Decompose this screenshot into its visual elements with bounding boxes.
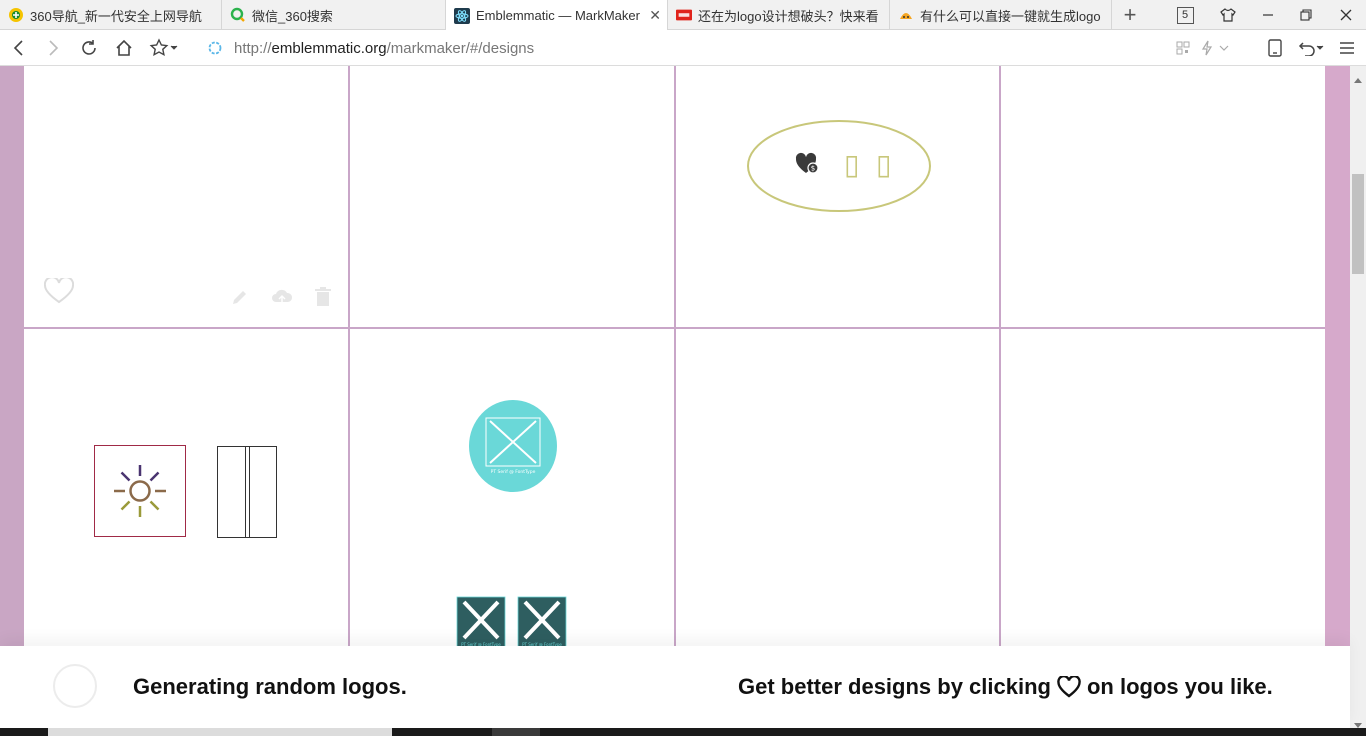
generating-message: Generating random logos. (133, 674, 407, 699)
outlined-rectangle (217, 446, 277, 538)
design-tile-1[interactable] (24, 66, 348, 327)
taskbar-search-box[interactable] (48, 728, 392, 736)
scrollbar-thumb[interactable] (1352, 174, 1364, 274)
loading-spinner (53, 664, 97, 708)
taskbar-app-button[interactable] (492, 728, 540, 736)
refresh-icon[interactable] (74, 30, 104, 66)
missing-image-icon: PT Serif @ FontType (517, 596, 567, 650)
tablet-icon[interactable] (1260, 30, 1290, 66)
360-search-icon (230, 7, 246, 23)
browser-tab-bar: 360导航_新一代安全上网导航 微信_360搜索 Emblemmatic — M… (0, 0, 1366, 31)
missing-font-caption: PT Serif @ FontType (491, 469, 536, 475)
tab-title: 微信_360搜索 (252, 8, 333, 24)
olive-ellipse-logo (747, 120, 931, 212)
skin-icon[interactable] (1208, 0, 1248, 30)
design-tile-3[interactable]: $ ▯ ▯ (676, 66, 999, 327)
undo-dropdown-icon[interactable] (1312, 30, 1328, 66)
mode-dropdown-icon[interactable] (1214, 30, 1234, 66)
tab-count-button[interactable]: 5 (1165, 0, 1205, 30)
page-left-margin (0, 66, 24, 728)
hint-text-before: Get better designs by clicking (738, 674, 1051, 699)
tab-logo-question[interactable]: 有什么可以直接一键就生成logo (890, 0, 1112, 30)
cloud-upload-icon[interactable] (271, 288, 293, 311)
home-icon[interactable] (109, 30, 139, 66)
tab-title: Emblemmatic — MarkMaker (476, 8, 640, 23)
new-tab-button[interactable]: + (1110, 0, 1150, 30)
close-tab-icon[interactable]: ✕ (649, 7, 661, 24)
tab-logo-article[interactable]: 还在为logo设计想破头？快来看 (668, 0, 890, 30)
trash-icon[interactable] (315, 287, 331, 312)
tab-360-search[interactable]: 微信_360搜索 (222, 0, 446, 30)
tab-360-nav[interactable]: 360导航_新一代安全上网导航 (0, 0, 222, 30)
back-icon[interactable] (4, 30, 34, 66)
close-window-icon[interactable] (1326, 0, 1366, 30)
heart-badge-icon: $ (795, 152, 821, 181)
tab-title: 还在为logo设计想破头？快来看 (698, 8, 879, 24)
tab-count-badge: 5 (1176, 6, 1194, 24)
hint-message: Get better designs by clicking on logos … (738, 674, 1273, 700)
url-scheme: http:// (234, 39, 272, 57)
url-host: emblemmatic.org (271, 39, 387, 57)
designs-grid: $ ▯ ▯ PT Serif @ FontType PT Serif @ Fon… (24, 66, 1325, 728)
teal-circle-logo: PT Serif @ FontType (469, 400, 557, 492)
design-tile-2[interactable] (350, 66, 674, 327)
hint-text-after: on logos you like. (1086, 674, 1273, 699)
tab-emblemmatic[interactable]: Emblemmatic — MarkMaker ✕ (446, 0, 668, 31)
heart-icon[interactable] (43, 276, 75, 309)
sun-icon (112, 463, 168, 524)
design-tile-4[interactable] (1001, 66, 1325, 327)
placeholder-glyph: ▯ (844, 148, 860, 181)
site-globe-icon (208, 41, 228, 55)
restore-icon[interactable] (1286, 0, 1326, 30)
tab-title: 360导航_新一代安全上网导航 (30, 8, 202, 24)
360-nav-icon (8, 7, 24, 23)
minimize-icon[interactable] (1248, 0, 1288, 30)
svg-text:$: $ (811, 165, 815, 173)
forward-icon[interactable] (38, 30, 68, 66)
pencil-icon[interactable] (231, 288, 249, 311)
page-scrollbar[interactable] (1350, 66, 1366, 728)
react-atom-icon (454, 7, 470, 24)
heart-icon (1057, 676, 1081, 698)
news-badge-icon (676, 7, 692, 23)
missing-image-icon: PT Serif @ FontType (456, 596, 506, 650)
generating-notice: Generating random logos. Get better desi… (0, 646, 1350, 728)
scroll-up-icon[interactable] (1354, 70, 1362, 88)
menu-icon[interactable] (1332, 30, 1362, 66)
wukong-icon (898, 7, 914, 23)
browser-toolbar: http://emblemmatic.org/markmaker/#/desig… (0, 30, 1366, 66)
placeholder-glyph: ▯ (876, 148, 892, 181)
markmaker-designs-page: $ ▯ ▯ PT Serif @ FontType PT Serif @ Fon… (0, 66, 1350, 728)
url-path: /markmaker/#/designs (386, 39, 535, 57)
bookmark-dropdown-icon[interactable] (166, 30, 182, 66)
tab-title: 有什么可以直接一键就生成logo (920, 8, 1101, 24)
os-taskbar (0, 728, 1366, 736)
address-bar[interactable]: http://emblemmatic.org/markmaker/#/desig… (208, 30, 534, 66)
